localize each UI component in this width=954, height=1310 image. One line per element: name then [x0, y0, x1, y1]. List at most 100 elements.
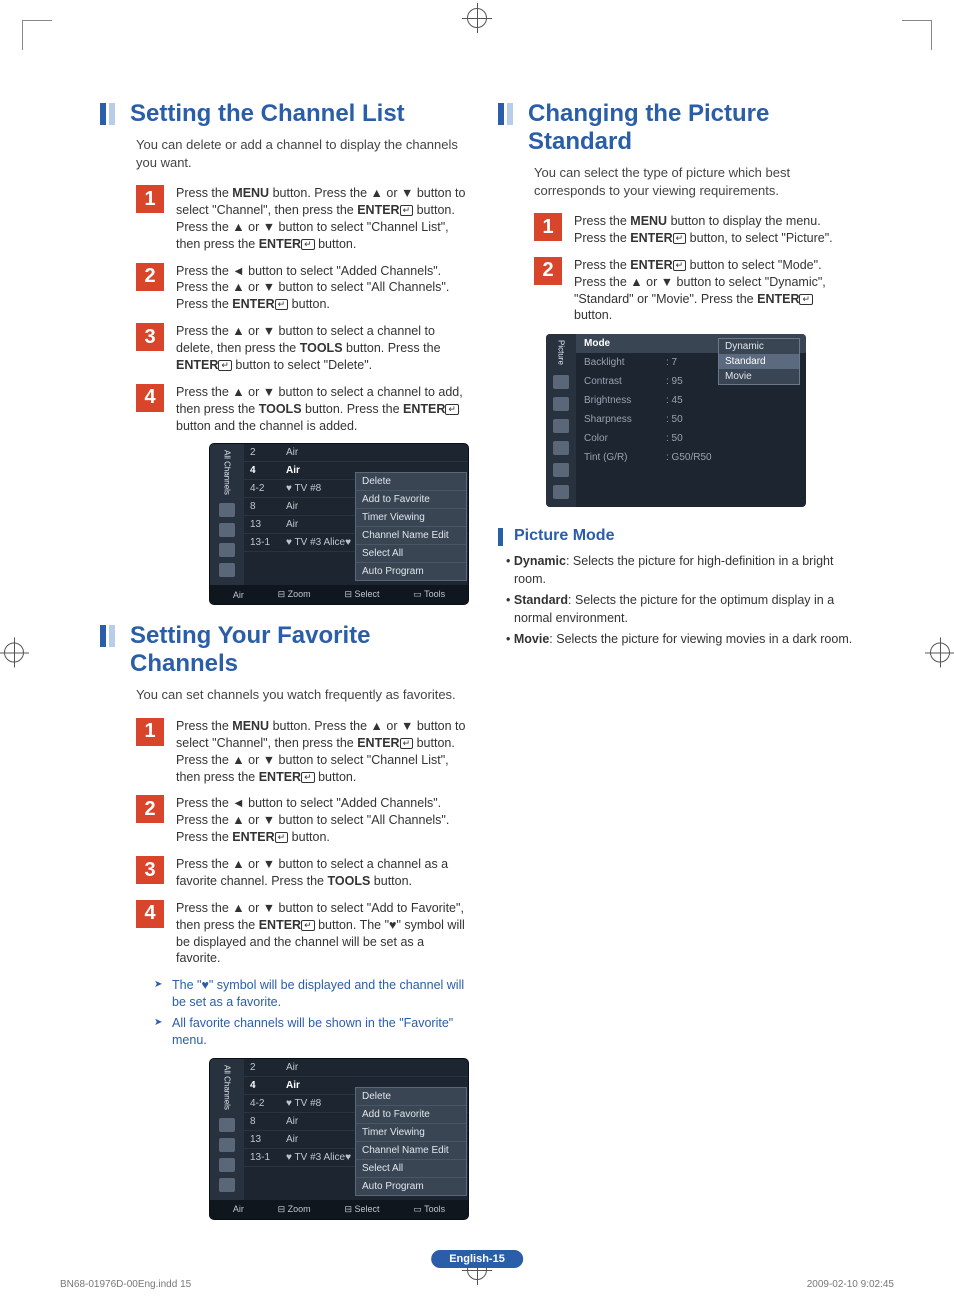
ch-num: 2: [250, 447, 278, 458]
step: 3 Press the ▲ or ▼ button to select a ch…: [136, 856, 468, 890]
ch-num: 13: [250, 519, 278, 530]
page-content: Setting the Channel List You can delete …: [100, 100, 854, 1230]
osd-label: Tint (G/R): [584, 452, 656, 463]
right-column: Changing the Picture Standard You can se…: [498, 100, 854, 1230]
heading-picture-mode: Picture Mode: [498, 527, 854, 545]
footer-date: 2009-02-10 9:02:45: [807, 1279, 894, 1290]
ch-num: 8: [250, 1116, 278, 1127]
step-number: 4: [136, 384, 164, 412]
antenna-icon: [219, 1118, 235, 1132]
step: 1 Press the MENU button. Press the ▲ or …: [136, 718, 468, 786]
favorite-icon: [219, 543, 235, 557]
osd-picture-menu: Picture Mode Backlight: 7 Contrast: 95 B…: [546, 334, 806, 507]
popup-item: Timer Viewing: [356, 1124, 466, 1142]
step-body: Press the MENU button to display the men…: [574, 213, 854, 247]
step: 4 Press the ▲ or ▼ button to select a ch…: [136, 384, 468, 435]
step-number: 4: [136, 900, 164, 928]
enter-icon: ↵: [400, 738, 414, 749]
osd-mode-popup: Dynamic Standard Movie: [718, 338, 800, 385]
popup-item: Channel Name Edit: [356, 1142, 466, 1160]
picture-icon: [553, 375, 569, 389]
intro-favorite: You can set channels you watch frequentl…: [136, 686, 468, 704]
ch-num: 13: [250, 1134, 278, 1145]
enter-icon: ↵: [445, 404, 459, 415]
heading-favorite: Setting Your Favorite Channels: [100, 622, 468, 678]
program-icon: [219, 1178, 235, 1192]
ch-num: 4-2: [250, 483, 278, 494]
antenna-icon: [219, 503, 235, 517]
bullet: Standard: Selects the picture for the op…: [506, 592, 854, 627]
step-body: Press the ENTER↵ button to select "Mode"…: [574, 257, 854, 325]
ch-num: 4: [250, 465, 278, 476]
popup-item: Delete: [356, 1088, 466, 1106]
step: 2 Press the ◄ button to select "Added Ch…: [136, 795, 468, 846]
ch-num: 4: [250, 1080, 278, 1091]
ch-num: 13-1: [250, 537, 278, 548]
registration-icon: [4, 643, 24, 663]
added-icon: [219, 1138, 235, 1152]
osd-label: Contrast: [584, 376, 656, 387]
step-number: 3: [136, 323, 164, 351]
ch-num: 8: [250, 501, 278, 512]
popup-item: Standard: [719, 354, 799, 369]
osd-foot-tools: ▭ Tools: [413, 1204, 445, 1215]
added-icon: [219, 523, 235, 537]
setup-icon: [553, 441, 569, 455]
footer-file: BN68-01976D-00Eng.indd 15: [60, 1279, 191, 1290]
heading-picture-standard: Changing the Picture Standard: [498, 100, 854, 156]
step: 4 Press the ▲ or ▼ button to select "Add…: [136, 900, 468, 968]
osd-side-label: All Channels: [223, 1063, 232, 1112]
step: 2 Press the ◄ button to select "Added Ch…: [136, 263, 468, 314]
popup-item: Select All: [356, 1160, 466, 1178]
intro-channel-list: You can delete or add a channel to displ…: [136, 136, 468, 171]
step: 1 Press the MENU button to display the m…: [534, 213, 854, 247]
channel-icon: [553, 419, 569, 433]
step-body: Press the MENU button. Press the ▲ or ▼ …: [176, 185, 468, 253]
osd-foot-select: ⊟ Select: [344, 589, 379, 600]
osd-tools-popup: Delete Add to Favorite Timer Viewing Cha…: [355, 1087, 467, 1196]
osd-value: : 95: [666, 376, 683, 387]
popup-item: Add to Favorite: [356, 491, 466, 509]
ch-name: Air: [286, 447, 462, 458]
note: The "♥" symbol will be displayed and the…: [172, 977, 468, 1011]
left-column: Setting the Channel List You can delete …: [100, 100, 468, 1230]
step-number: 1: [534, 213, 562, 241]
osd-side-label: All Channels: [223, 448, 232, 497]
enter-icon: ↵: [301, 772, 315, 783]
osd-channel-list: All Channels 2Air 4Air 4-2♥ TV #8 8Air 1…: [100, 444, 468, 604]
step-body: Press the ▲ or ▼ button to select "Add t…: [176, 900, 468, 968]
step-number: 1: [136, 718, 164, 746]
step-number: 2: [136, 263, 164, 291]
osd-side-label: Picture: [557, 338, 566, 367]
step-body: Press the ▲ or ▼ button to select a chan…: [176, 323, 468, 374]
osd-value: : G50/R50: [666, 452, 712, 463]
step-body: Press the ▲ or ▼ button to select a chan…: [176, 856, 468, 890]
enter-icon: ↵: [218, 360, 232, 371]
popup-item: Movie: [719, 369, 799, 384]
step-number: 2: [534, 257, 562, 285]
popup-item: Delete: [356, 473, 466, 491]
osd-foot-src: Air: [233, 590, 244, 600]
popup-item: Select All: [356, 545, 466, 563]
osd-foot-src: Air: [233, 1204, 244, 1214]
step-number: 2: [136, 795, 164, 823]
step-body: Press the ▲ or ▼ button to select a chan…: [176, 384, 468, 435]
enter-icon: ↵: [673, 260, 687, 271]
input-icon: [553, 463, 569, 477]
osd-foot-select: ⊟ Select: [344, 1204, 379, 1215]
osd-value: : 50: [666, 414, 683, 425]
step-body: Press the ◄ button to select "Added Chan…: [176, 263, 468, 314]
osd-tools-popup: Delete Add to Favorite Timer Viewing Cha…: [355, 472, 467, 581]
popup-item: Dynamic: [719, 339, 799, 354]
step: 3 Press the ▲ or ▼ button to select a ch…: [136, 323, 468, 374]
popup-item: Timer Viewing: [356, 509, 466, 527]
osd-label: Sharpness: [584, 414, 656, 425]
step-body: Press the ◄ button to select "Added Chan…: [176, 795, 468, 846]
step: 1 Press the MENU button. Press the ▲ or …: [136, 185, 468, 253]
osd-value: : 7: [666, 357, 677, 368]
enter-icon: ↵: [275, 832, 289, 843]
step-number: 3: [136, 856, 164, 884]
ch-num: 4-2: [250, 1098, 278, 1109]
osd-foot-tools: ▭ Tools: [413, 589, 445, 600]
osd-label: Backlight: [584, 357, 656, 368]
